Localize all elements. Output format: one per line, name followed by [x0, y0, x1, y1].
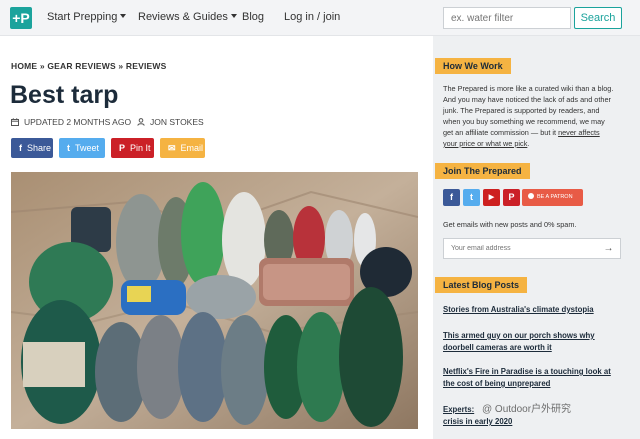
- affiliate-policy-link[interactable]: never affects: [558, 128, 600, 137]
- tarps-photo-illustration: [11, 172, 418, 429]
- join-heading: Join The Prepared: [435, 163, 530, 179]
- blog-post-link[interactable]: Netflix's Fire in Paradise is a touching…: [443, 366, 623, 390]
- pinterest-icon: P: [119, 143, 126, 153]
- chevron-down-icon: [120, 14, 127, 18]
- site-logo[interactable]: +P: [10, 7, 32, 29]
- nav-start-prepping-label: Start Prepping: [47, 11, 118, 23]
- hww-line: get an affiliate commission — but it nev…: [443, 127, 633, 138]
- twitter-icon[interactable]: t: [463, 189, 480, 206]
- email-label: Email: [180, 143, 204, 153]
- hww-line: And you may have noticed the lack of ads…: [443, 95, 611, 104]
- watermark: @ Outdoor户外研究: [482, 404, 572, 415]
- search-button[interactable]: Search: [574, 7, 622, 29]
- nav-reviews-guides[interactable]: Reviews & Guides: [138, 11, 237, 23]
- share-email-button[interactable]: ✉ Email: [160, 138, 205, 158]
- article-photo: [11, 172, 418, 429]
- how-we-work-heading: How We Work: [435, 58, 511, 74]
- hww-line: your price or what we pick.: [443, 138, 633, 149]
- patreon-icon: [528, 193, 534, 199]
- facebook-icon: f: [19, 143, 22, 153]
- email-icon: ✉: [168, 143, 176, 153]
- pin-label: Pin It: [130, 143, 151, 153]
- how-we-work-text: The Prepared is more like a curated wiki…: [443, 83, 633, 149]
- affiliate-policy-link-cont[interactable]: your price or what we pick: [443, 139, 527, 148]
- share-facebook-button[interactable]: f Share: [11, 138, 53, 158]
- post-title-line: Stories from Australia's climate dystopi…: [443, 305, 594, 314]
- post-title-line: crisis in early 2020: [443, 417, 513, 426]
- nav-login-join[interactable]: Log in / join: [284, 11, 340, 23]
- share-label: Share: [27, 143, 52, 153]
- patreon-label: BE A PATRON: [537, 194, 573, 200]
- blog-post-link[interactable]: This armed guy on our porch shows why doo…: [443, 330, 623, 354]
- post-title-line: Netflix's Fire in Paradise is a touching…: [443, 367, 611, 376]
- youtube-icon[interactable]: ▶: [483, 189, 500, 206]
- breadcrumb[interactable]: HOME » GEAR REVIEWS » REVIEWS: [11, 61, 167, 71]
- post-title-line: doorbell cameras are worth it: [443, 343, 552, 352]
- pinterest-icon[interactable]: P: [503, 189, 520, 206]
- hww-end: .: [527, 139, 530, 148]
- twitter-icon: t: [67, 143, 70, 153]
- tweet-label: Tweet: [75, 143, 100, 153]
- facebook-icon[interactable]: f: [443, 189, 460, 206]
- share-twitter-button[interactable]: t Tweet: [59, 138, 105, 158]
- author-meta: JON STOKES: [137, 117, 204, 127]
- page-title: Best tarp: [10, 81, 119, 109]
- updated-meta: UPDATED 2 MONTHS AGO: [11, 117, 131, 127]
- nav-reviews-guides-label: Reviews & Guides: [138, 11, 228, 23]
- user-icon: [137, 118, 145, 126]
- search-input[interactable]: [443, 7, 571, 29]
- latest-posts-heading: Latest Blog Posts: [435, 277, 528, 293]
- nav-blog[interactable]: Blog: [242, 11, 264, 23]
- post-title-line: This armed guy on our porch shows why: [443, 331, 595, 340]
- patreon-button[interactable]: BE A PATRON: [522, 189, 583, 206]
- hww-line: when you buy something we recommend, we …: [443, 117, 605, 126]
- calendar-icon: [11, 118, 19, 126]
- nav-start-prepping[interactable]: Start Prepping: [47, 11, 127, 23]
- hww-line-text: get an affiliate commission — but it: [443, 128, 559, 137]
- updated-text: UPDATED 2 MONTHS AGO: [24, 117, 132, 127]
- chevron-down-icon: [230, 14, 237, 18]
- author-name[interactable]: JON STOKES: [150, 117, 204, 127]
- hww-line: junk. The Prepared is supported by reade…: [443, 106, 600, 115]
- email-submit-button[interactable]: →: [597, 238, 621, 259]
- hww-line: The Prepared is more like a curated wiki…: [443, 84, 614, 93]
- email-signup-text: Get emails with new posts and 0% spam.: [443, 220, 577, 229]
- post-title-line: the cost of being unprepared: [443, 379, 551, 388]
- top-nav: +P Start Prepping Reviews & Guides Blog …: [0, 0, 640, 36]
- blog-post-link[interactable]: Stories from Australia's climate dystopi…: [443, 304, 623, 316]
- email-field[interactable]: [443, 238, 598, 259]
- share-pinterest-button[interactable]: P Pin It: [111, 138, 154, 158]
